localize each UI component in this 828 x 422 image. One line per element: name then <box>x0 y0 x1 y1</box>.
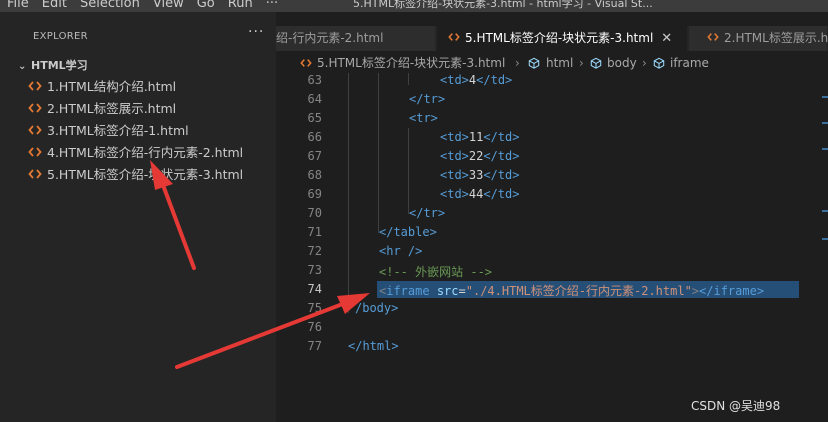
arrow-to-iframe-line <box>175 293 370 369</box>
annotation-arrows <box>150 160 370 369</box>
arrow-to-sidebar-file <box>150 160 196 270</box>
